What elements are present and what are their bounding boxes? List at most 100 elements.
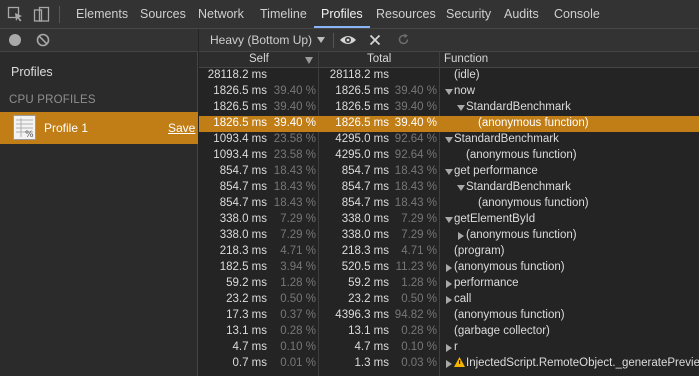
total-time-cell: 520.5 ms [341, 261, 389, 273]
function-name-cell: (program) [454, 245, 504, 257]
total-percent-cell: 94.82 % [394, 309, 437, 321]
table-row[interactable]: 338.0 ms 7.29 % 338.0 ms 7.29 % (anonymous f… [199, 228, 699, 244]
tab-profiles[interactable]: Profiles [321, 0, 363, 28]
total-percent-cell: 18.43 % [394, 181, 437, 193]
self-time-cell: 0.7 ms [232, 357, 267, 369]
total-time-cell: 854.7 ms [341, 165, 389, 177]
expand-down-icon[interactable] [457, 184, 465, 192]
expand-right-icon[interactable] [445, 280, 453, 288]
total-time-cell: 854.7 ms [341, 197, 389, 209]
device-mode-icon[interactable] [33, 6, 50, 23]
grid-header: Self Total Function [199, 52, 699, 68]
function-name-cell: (anonymous function) [478, 117, 589, 129]
table-row[interactable]: 13.1 ms 0.28 % 13.1 ms 0.28 % (garbage colle… [199, 324, 699, 340]
function-name-cell: InjectedScript.RemoteObject._generatePre… [454, 357, 699, 369]
toolbar-divider [333, 33, 334, 48]
sidebar-toolbar [0, 29, 198, 52]
self-percent-cell: 0.01 % [280, 357, 316, 369]
function-name-label: StandardBenchmark [466, 101, 571, 113]
expand-down-icon[interactable] [457, 104, 465, 112]
total-percent-cell: 7.29 % [401, 213, 437, 225]
profile-view-toolbar: Heavy (Bottom Up) [199, 29, 699, 52]
expand-right-icon[interactable] [445, 360, 453, 368]
table-row[interactable]: 854.7 ms 18.43 % 854.7 ms 18.43 % get perfor… [199, 164, 699, 180]
tab-resources[interactable]: Resources [376, 0, 436, 28]
total-time-cell: 338.0 ms [341, 213, 389, 225]
expand-right-icon[interactable] [445, 344, 453, 352]
table-row[interactable]: 1826.5 ms 39.40 % 1826.5 ms 39.40 % now [199, 84, 699, 100]
tab-audits[interactable]: Audits [504, 0, 539, 28]
self-time-cell: 854.7 ms [219, 165, 267, 177]
chevron-down-icon[interactable] [316, 35, 326, 45]
refresh-icon[interactable] [397, 33, 410, 46]
tab-sources[interactable]: Sources [140, 0, 186, 28]
expand-right-icon[interactable] [445, 264, 453, 272]
table-row[interactable]: 23.2 ms 0.50 % 23.2 ms 0.50 % call [199, 292, 699, 308]
table-row[interactable]: 4.7 ms 0.10 % 4.7 ms 0.10 % r [199, 340, 699, 356]
column-header-function[interactable]: Function [444, 53, 488, 65]
clear-all-icon[interactable] [36, 33, 50, 47]
expand-down-icon[interactable] [445, 216, 453, 224]
tab-network[interactable]: Network [198, 0, 244, 28]
expand-down-icon[interactable] [445, 88, 453, 96]
table-row[interactable]: 28118.2 ms 28118.2 ms (idle) [199, 68, 699, 84]
function-name-label: call [454, 293, 472, 305]
function-name-cell: now [454, 85, 475, 97]
expand-down-icon[interactable] [445, 168, 453, 176]
view-mode-select[interactable]: Heavy (Bottom Up) [210, 33, 312, 47]
function-name-cell: (anonymous function) [454, 309, 565, 321]
total-percent-cell: 0.50 % [401, 293, 437, 305]
tab-security[interactable]: Security [446, 0, 491, 28]
self-time-cell: 338.0 ms [219, 213, 267, 225]
total-percent-cell: 0.10 % [401, 341, 437, 353]
tab-console[interactable]: Console [554, 0, 600, 28]
table-row[interactable]: 1093.4 ms 23.58 % 4295.0 ms 92.64 % Standard… [199, 132, 699, 148]
self-time-cell: 59.2 ms [226, 277, 267, 289]
column-header-self[interactable]: Self [249, 53, 269, 65]
expand-right-icon[interactable] [457, 232, 465, 240]
cpu-profile-icon: % [13, 115, 36, 140]
function-name-cell: call [454, 293, 471, 305]
total-time-cell: 4295.0 ms [335, 149, 389, 161]
record-button[interactable] [9, 34, 21, 46]
self-time-cell: 13.1 ms [226, 325, 267, 337]
column-header-total[interactable]: Total [367, 53, 391, 65]
tab-timeline[interactable]: Timeline [260, 0, 307, 28]
self-percent-cell: 23.58 % [273, 133, 316, 145]
save-profile-link[interactable]: Save [168, 121, 195, 135]
table-row[interactable]: 1093.4 ms 23.58 % 4295.0 ms 92.64 % (anonymo… [199, 148, 699, 164]
table-row[interactable]: 1826.5 ms 39.40 % 1826.5 ms 39.40 % (anonymo… [199, 116, 699, 132]
function-name-label: StandardBenchmark [466, 181, 571, 193]
table-row[interactable]: 0.7 ms 0.01 % 1.3 ms 0.03 % InjectedScript.R… [199, 356, 699, 372]
self-time-cell: 1093.4 ms [213, 133, 267, 145]
total-time-cell: 23.2 ms [348, 293, 389, 305]
expand-right-icon[interactable] [445, 296, 453, 304]
total-time-cell: 1.3 ms [354, 357, 389, 369]
table-row[interactable]: 1826.5 ms 39.40 % 1826.5 ms 39.40 % Standard… [199, 100, 699, 116]
inspect-element-icon[interactable] [7, 6, 24, 23]
function-name-label: (anonymous function) [466, 149, 577, 161]
table-row[interactable]: 182.5 ms 3.94 % 520.5 ms 11.23 % (anonymous … [199, 260, 699, 276]
table-row[interactable]: 854.7 ms 18.43 % 854.7 ms 18.43 % StandardBe… [199, 180, 699, 196]
function-name-cell: performance [454, 277, 519, 289]
table-row[interactable]: 338.0 ms 7.29 % 338.0 ms 7.29 % getElementBy… [199, 212, 699, 228]
function-name-label: (idle) [454, 69, 480, 81]
total-percent-cell: 7.29 % [401, 229, 437, 241]
self-time-cell: 1093.4 ms [213, 149, 267, 161]
self-percent-cell: 18.43 % [273, 181, 316, 193]
table-row[interactable]: 59.2 ms 1.28 % 59.2 ms 1.28 % performance [199, 276, 699, 292]
eye-icon[interactable] [339, 33, 357, 47]
exclude-function-icon[interactable] [369, 34, 381, 46]
sidebar-title: Profiles [11, 65, 53, 79]
tab-elements[interactable]: Elements [76, 0, 128, 28]
table-row[interactable]: 854.7 ms 18.43 % 854.7 ms 18.43 % (anonymous… [199, 196, 699, 212]
expand-down-icon[interactable] [445, 136, 453, 144]
table-row[interactable]: 17.3 ms 0.37 % 4396.3 ms 94.82 % (anonymous … [199, 308, 699, 324]
total-percent-cell: 0.28 % [401, 325, 437, 337]
function-name-label: getElementById [454, 213, 536, 225]
function-name-label: StandardBenchmark [454, 133, 559, 145]
table-row[interactable]: 218.3 ms 4.71 % 218.3 ms 4.71 % (program) [199, 244, 699, 260]
self-percent-cell: 7.29 % [280, 229, 316, 241]
function-name-label: performance [454, 277, 519, 289]
profile-list-item[interactable]: % Profile 1 Save [0, 112, 198, 144]
